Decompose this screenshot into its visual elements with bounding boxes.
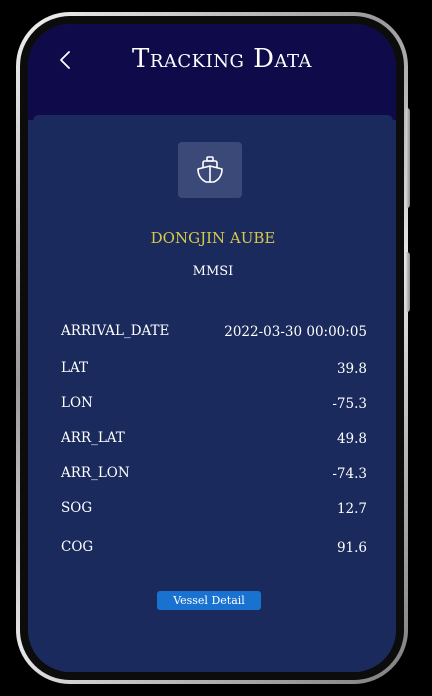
- field-value: 2022-03-30 00:00:05: [224, 324, 367, 340]
- field-label: ARR_LAT: [61, 430, 125, 446]
- data-row-cog: COG 91.6: [61, 539, 367, 559]
- field-value: 12.7: [336, 501, 367, 517]
- page: Tracking Data DONGJIN AUBE MMSI ARRIVAL_…: [0, 0, 432, 696]
- field-label: ARR_LON: [61, 465, 130, 481]
- page-title: Tracking Data: [132, 44, 312, 74]
- field-value: 91.6: [336, 540, 367, 556]
- vessel-name: DONGJIN AUBE: [150, 229, 276, 247]
- phone-side-button: [406, 108, 410, 208]
- field-value: 49.8: [336, 431, 367, 447]
- back-button[interactable]: [56, 48, 76, 72]
- field-label: COG: [61, 539, 94, 555]
- field-label: ARRIVAL_DATE: [61, 323, 170, 339]
- app-screen: Tracking Data DONGJIN AUBE MMSI ARRIVAL_…: [28, 24, 396, 672]
- phone-side-button: [406, 252, 410, 312]
- vessel-card: DONGJIN AUBE MMSI ARRIVAL_DATE 2022-03-3…: [33, 115, 393, 672]
- data-row-sog: SOG 12.7: [61, 500, 367, 520]
- field-label: LAT: [61, 360, 88, 376]
- field-label: SOG: [61, 500, 93, 516]
- mmsi-label: MMSI: [192, 264, 234, 279]
- data-row-arr-lon: ARR_LON -74.3: [61, 465, 367, 485]
- data-row-lat: LAT 39.8: [61, 360, 367, 380]
- app-header: Tracking Data: [28, 24, 396, 120]
- field-label: LON: [61, 395, 93, 411]
- data-row-arrival-date: ARRIVAL_DATE 2022-03-30 00:00:05: [61, 323, 367, 343]
- data-row-arr-lat: ARR_LAT 49.8: [61, 430, 367, 450]
- field-value: -75.3: [332, 396, 367, 412]
- vessel-detail-button[interactable]: Vessel Detail: [157, 591, 261, 610]
- data-row-lon: LON -75.3: [61, 395, 367, 415]
- field-value: -74.3: [332, 466, 367, 482]
- chevron-left-icon: [60, 51, 70, 69]
- field-value: 39.8: [336, 361, 367, 377]
- vessel-icon-tile: [178, 142, 242, 198]
- ship-icon: [197, 156, 223, 183]
